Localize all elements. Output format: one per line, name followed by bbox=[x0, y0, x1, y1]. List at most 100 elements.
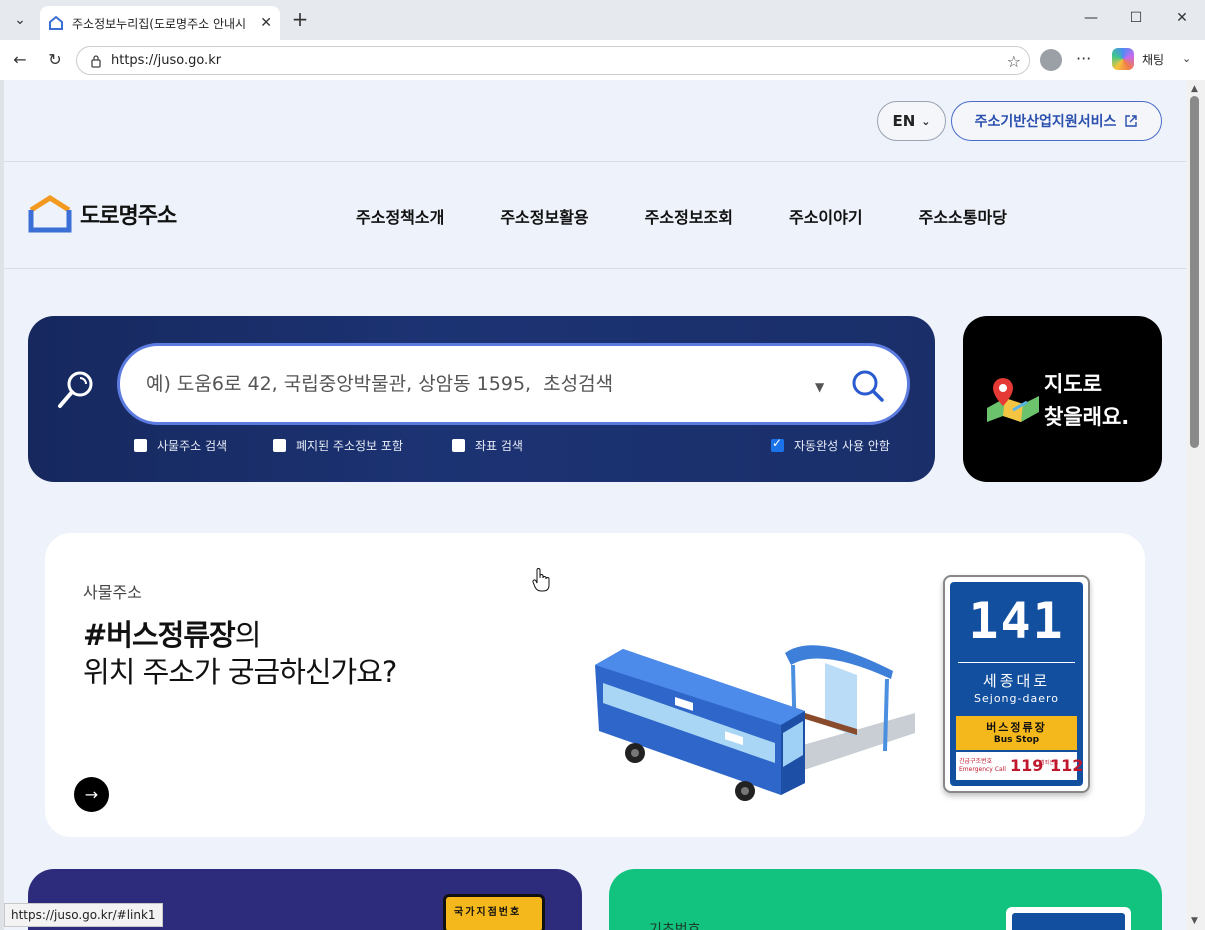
industry-support-label: 주소기반산업지원서비스 bbox=[974, 114, 1117, 130]
copilot-button[interactable]: 채팅 bbox=[1112, 48, 1164, 70]
nav-item-policy[interactable]: 주소정책소개 bbox=[356, 204, 444, 228]
nav-item-community[interactable]: 주소소통마당 bbox=[919, 204, 1007, 228]
address-search-panel: ▼ 사물주소 검색 폐지된 주소정보 포함 좌표 검색 자동완성 사용 안함 bbox=[28, 316, 935, 482]
active-tab[interactable]: 주소정보누리집(도로명주소 안내시 ✕ bbox=[40, 6, 280, 40]
nav-item-stories[interactable]: 주소이야기 bbox=[789, 204, 863, 228]
search-submit-icon[interactable] bbox=[848, 366, 888, 406]
hand-cursor-icon bbox=[532, 568, 550, 592]
map-card-line1: 지도로 bbox=[1044, 372, 1102, 396]
chevron-down-icon: ⌄ bbox=[921, 114, 931, 128]
option-label: 사물주소 검색 bbox=[157, 439, 228, 453]
page-scrollbar[interactable]: ▲ ▼ bbox=[1186, 80, 1205, 930]
url-text: https://juso.go.kr bbox=[111, 53, 222, 68]
sign-bus-stop-en: Bus Stop bbox=[993, 735, 1040, 745]
language-button[interactable]: EN ⌄ bbox=[877, 101, 946, 141]
map-pin-icon bbox=[987, 378, 1039, 422]
close-window-button[interactable]: ✕ bbox=[1172, 10, 1192, 26]
minimize-button[interactable]: — bbox=[1081, 10, 1101, 26]
sign-number: 141 bbox=[968, 592, 1065, 650]
favorite-star-icon[interactable]: ☆ bbox=[1007, 52, 1021, 71]
option-label: 폐지된 주소정보 포함 bbox=[296, 439, 403, 453]
checkbox-object-address[interactable] bbox=[134, 439, 147, 452]
banner-title-line2: 위치 주소가 궁금하신가요? bbox=[83, 655, 397, 689]
site-header: 도로명주소 주소정책소개 주소정보활용 주소정보조회 주소이야기 주소소통마당 bbox=[4, 163, 1186, 269]
sign-emergency-label-en: Emergency Call bbox=[959, 766, 1006, 773]
site-favicon bbox=[49, 15, 63, 30]
option-label: 좌표 검색 bbox=[475, 439, 523, 453]
search-magnifier-icon bbox=[58, 371, 93, 408]
banner-title: #버스정류장의 위치 주소가 궁금하신가요? bbox=[83, 617, 397, 691]
address-search-input[interactable] bbox=[146, 362, 806, 406]
nav-item-lookup[interactable]: 주소정보조회 bbox=[645, 204, 733, 228]
banner-tag: 사물주소 bbox=[83, 583, 142, 602]
option-coordinate-search[interactable]: 좌표 검색 bbox=[452, 437, 523, 454]
site-logo[interactable]: 도로명주소 bbox=[28, 195, 177, 233]
tab-close-icon[interactable]: ✕ bbox=[260, 15, 272, 31]
utility-bar: EN ⌄ 주소기반산업지원서비스 bbox=[4, 80, 1186, 162]
checkbox-disable-autocomplete[interactable] bbox=[771, 436, 784, 452]
sign-emergency-112: 112 bbox=[1050, 756, 1084, 775]
sign-emergency-label-kr: 긴급구조번호 bbox=[959, 758, 993, 765]
search-options: 사물주소 검색 폐지된 주소정보 포함 좌표 검색 자동완성 사용 안함 bbox=[134, 436, 910, 457]
scroll-down-arrow-icon[interactable]: ▼ bbox=[1191, 916, 1198, 926]
link-status-tooltip: https://juso.go.kr/#link1 bbox=[4, 903, 163, 927]
base-number-sign-panel bbox=[1012, 913, 1125, 930]
main-navigation: 주소정책소개 주소정보활용 주소정보조회 주소이야기 주소소통마당 bbox=[356, 204, 1063, 228]
scroll-up-arrow-icon[interactable]: ▲ bbox=[1191, 84, 1198, 94]
map-card-line2: 찾을래요. bbox=[1044, 405, 1130, 429]
option-label: 자동완성 사용 안함 bbox=[794, 439, 890, 453]
map-search-card[interactable]: 지도로 찾을래요. bbox=[963, 316, 1162, 482]
banner-next-arrow-button[interactable]: → bbox=[74, 777, 109, 812]
profile-avatar[interactable] bbox=[1040, 49, 1062, 71]
copilot-icon bbox=[1112, 48, 1134, 70]
sign-bus-stop-label: 버스정류장 Bus Stop bbox=[956, 716, 1077, 750]
map-card-text: 지도로 찾을래요. bbox=[1044, 368, 1129, 434]
sign-emergency-strip: 긴급구조번호 Emergency Call 119 범죄신고 112 bbox=[956, 752, 1083, 780]
tab-list-menu-button[interactable]: ⌄ bbox=[6, 6, 34, 34]
more-options-icon[interactable]: ··· bbox=[1076, 49, 1091, 68]
sign-emergency-label: 긴급구조번호 Emergency Call bbox=[959, 758, 1006, 774]
nav-item-utilization[interactable]: 주소정보활용 bbox=[500, 204, 588, 228]
url-field[interactable]: https://juso.go.kr ☆ bbox=[76, 46, 1030, 75]
promo-banner[interactable]: 사물주소 #버스정류장의 위치 주소가 궁금하신가요? → 141 세종대로 S… bbox=[45, 533, 1145, 837]
option-object-address[interactable]: 사물주소 검색 bbox=[134, 437, 227, 454]
bus-stop-sign: 141 세종대로 Sejong-daero 버스정류장 Bus Stop 긴급구… bbox=[943, 575, 1090, 793]
sign-bus-stop-kr: 버스정류장 bbox=[986, 721, 1047, 734]
sign-road-name-en: Sejong-daero bbox=[974, 692, 1059, 705]
browser-address-bar: ← ↻ https://juso.go.kr ☆ ··· 채팅 ⌄ bbox=[0, 40, 1205, 80]
option-disable-autocomplete[interactable]: 자동완성 사용 안함 bbox=[771, 436, 890, 454]
base-number-tag: 기초번호 bbox=[649, 922, 701, 930]
sign-panel: 141 세종대로 Sejong-daero 버스정류장 Bus Stop 긴급구… bbox=[950, 582, 1083, 786]
logo-house-icon bbox=[28, 195, 72, 233]
scroll-thumb[interactable] bbox=[1190, 96, 1199, 448]
back-button[interactable]: ← bbox=[10, 50, 30, 70]
banner-title-highlight: #버스정류장 bbox=[83, 618, 236, 652]
logo-text: 도로명주소 bbox=[80, 204, 177, 229]
reload-button[interactable]: ↻ bbox=[45, 50, 65, 70]
base-number-card[interactable]: 기초번호 bbox=[609, 869, 1162, 930]
maximize-button[interactable]: ☐ bbox=[1126, 10, 1146, 26]
language-label: EN bbox=[892, 112, 916, 130]
sign-emergency-119: 119 bbox=[1010, 756, 1044, 775]
checkbox-include-abolished[interactable] bbox=[273, 439, 286, 452]
search-history-dropdown-icon[interactable]: ▼ bbox=[815, 380, 824, 394]
checkbox-coordinate-search[interactable] bbox=[452, 439, 465, 452]
chevron-down-icon[interactable]: ⌄ bbox=[1182, 52, 1191, 65]
new-tab-button[interactable]: + bbox=[288, 8, 312, 32]
bus-and-shelter-illustration bbox=[595, 645, 915, 801]
national-point-sign-text: 국가지점번호 bbox=[454, 907, 522, 918]
search-box: ▼ bbox=[117, 343, 910, 425]
page-viewport: EN ⌄ 주소기반산업지원서비스 도로명주소 주소정책소개 주소정보활용 주소정… bbox=[4, 80, 1186, 930]
browser-tab-bar: ⌄ 주소정보누리집(도로명주소 안내시 ✕ + — ☐ ✕ bbox=[0, 0, 1205, 40]
base-number-sign bbox=[1006, 907, 1131, 930]
national-point-sign: 국가지점번호 bbox=[443, 894, 545, 930]
copilot-label: 채팅 bbox=[1142, 52, 1165, 67]
sign-divider bbox=[958, 662, 1075, 663]
sign-road-name-kr: 세종대로 bbox=[982, 672, 1051, 690]
external-link-icon bbox=[1125, 115, 1138, 127]
banner-title-rest: 의 bbox=[234, 618, 262, 652]
option-include-abolished[interactable]: 폐지된 주소정보 포함 bbox=[273, 437, 403, 454]
lock-icon bbox=[91, 54, 101, 68]
industry-support-link[interactable]: 주소기반산업지원서비스 bbox=[951, 101, 1162, 141]
tab-title: 주소정보누리집(도로명주소 안내시 bbox=[72, 16, 247, 31]
